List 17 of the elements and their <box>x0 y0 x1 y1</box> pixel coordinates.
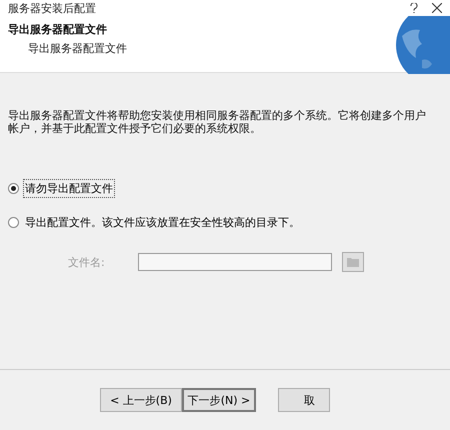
option-label: 请勿导出配置文件 <box>23 179 115 198</box>
radio-button[interactable] <box>8 183 19 194</box>
radio-button[interactable] <box>8 217 19 228</box>
wizard-button[interactable]: 下一步(N) > <box>182 388 256 412</box>
wizard-button[interactable]: 取 <box>278 388 330 412</box>
radio-option[interactable]: 导出配置文件。该文件应该放置在安全性较高的目录下。 <box>8 213 442 232</box>
window-title: 服务器安装后配置 <box>8 0 97 16</box>
file-name-label: 文件名: <box>68 254 106 270</box>
page-subtitle: 导出服务器配置文件 <box>28 41 127 56</box>
description-text: 导出服务器配置文件将帮助您安装使用相同服务器配置的多个系统。它将创建多个用户帐户，并基于此配置文件授予它们必要的系统权限。 <box>8 109 427 135</box>
folder-icon <box>347 257 359 267</box>
close-icon[interactable] <box>432 3 442 13</box>
page-title: 导出服务器配置文件 <box>8 22 108 37</box>
help-icon[interactable] <box>410 3 418 13</box>
option-label: 导出配置文件。该文件应该放置在安全性较高的目录下。 <box>24 215 301 231</box>
radio-option[interactable]: 请勿导出配置文件 <box>8 179 442 198</box>
wizard-button[interactable]: < 上一步(B) <box>100 388 182 412</box>
